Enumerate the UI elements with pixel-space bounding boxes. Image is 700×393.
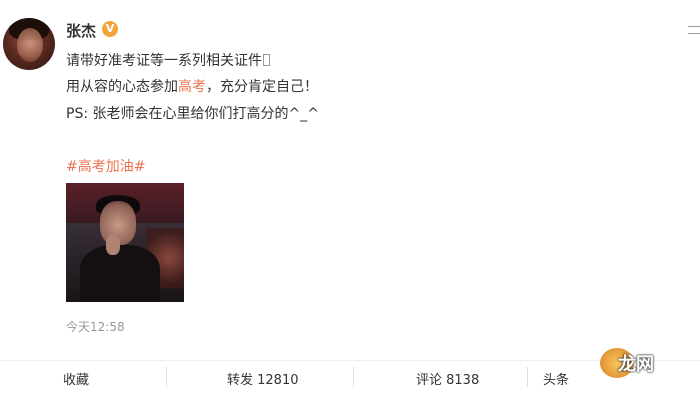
watermark-text: 龙网 bbox=[618, 354, 654, 375]
post-text-line-2-prefix: 用从容的心态参加 bbox=[66, 79, 178, 95]
missing-glyph-icon bbox=[263, 54, 270, 66]
topic-link-gaokao[interactable]: 高考 bbox=[178, 79, 206, 95]
repost-button[interactable]: 转发 12810 bbox=[227, 369, 299, 388]
post-text-line-2-suffix: ，充分肯定自己！ bbox=[206, 79, 318, 95]
site-watermark: 龙网 bbox=[600, 344, 696, 384]
action-bar: 收藏 转发 12810 评论 8138 头条 bbox=[0, 360, 700, 393]
avatar[interactable] bbox=[3, 18, 55, 70]
comment-button[interactable]: 评论 8138 bbox=[416, 369, 479, 388]
photo-person-body bbox=[80, 245, 160, 302]
favorite-button[interactable]: 收藏 bbox=[63, 369, 89, 388]
hashtag-link[interactable]: #高考加油# bbox=[66, 156, 145, 176]
action-divider bbox=[353, 367, 354, 387]
verified-icon: V bbox=[102, 21, 118, 37]
more-menu-icon[interactable] bbox=[688, 26, 700, 34]
post-photo[interactable] bbox=[66, 183, 184, 302]
action-divider bbox=[527, 367, 528, 387]
avatar-face bbox=[17, 28, 43, 62]
post-timestamp[interactable]: 今天12:58 bbox=[66, 318, 125, 335]
weibo-post: 张杰 V 请带好准考证等一系列相关证件 用从容的心态参加高考，充分肯定自己！ P… bbox=[0, 0, 700, 393]
post-text-line-1-content: 请带好准考证等一系列相关证件 bbox=[66, 53, 262, 69]
like-button-partial[interactable]: 头条 bbox=[543, 369, 569, 388]
photo-person-hand bbox=[106, 235, 120, 255]
post-text-line-1: 请带好准考证等一系列相关证件 bbox=[66, 50, 270, 70]
action-divider bbox=[166, 367, 167, 387]
author-name[interactable]: 张杰 bbox=[66, 20, 96, 41]
post-text-line-3: PS: 张老师会在心里给你们打高分的^_^ bbox=[66, 106, 319, 122]
post-text-line-2: 用从容的心态参加高考，充分肯定自己！ bbox=[66, 76, 318, 96]
